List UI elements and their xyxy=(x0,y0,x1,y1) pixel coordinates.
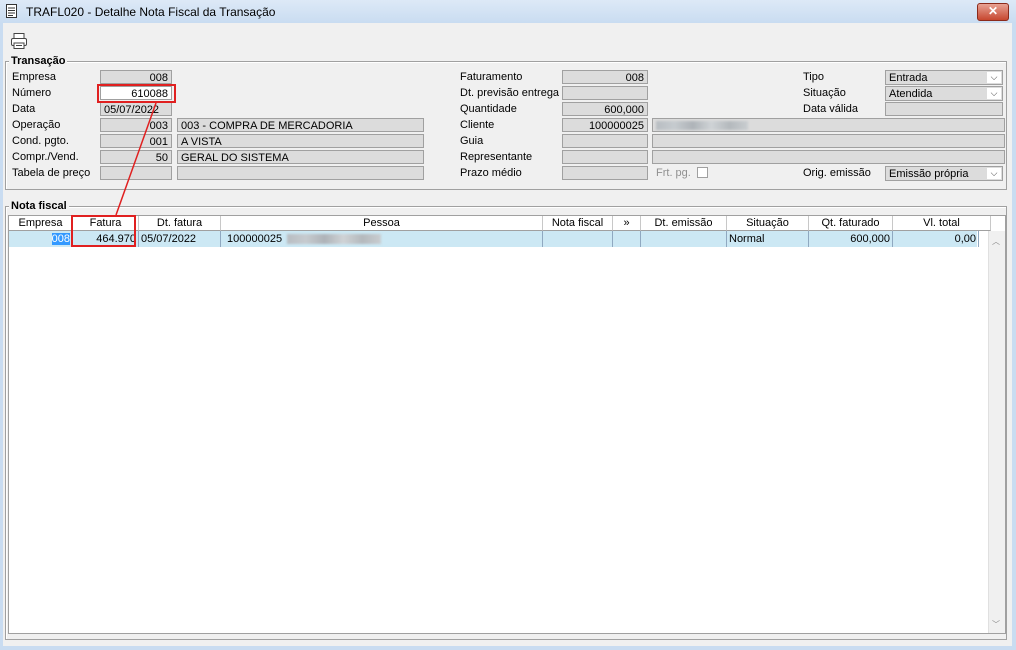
tipo-label: Tipo xyxy=(803,71,824,83)
orig-emissao-label: Orig. emissão xyxy=(803,167,871,179)
dt-previsao-label: Dt. previsão entrega xyxy=(460,87,560,99)
vertical-scrollbar[interactable]: ︿ ﹀ xyxy=(988,231,1005,633)
dt-previsao-field xyxy=(562,86,648,100)
guia-label: Guia xyxy=(460,135,484,147)
col-header-situacao[interactable]: Situação xyxy=(727,216,809,231)
representante-code-field xyxy=(562,150,648,164)
cond-pgto-desc-field: A VISTA xyxy=(177,134,424,148)
window-frame-right xyxy=(1012,23,1016,650)
quantidade-label: Quantidade xyxy=(460,103,517,115)
cliente-label: Cliente xyxy=(460,119,495,131)
close-icon: ✕ xyxy=(987,4,999,18)
cell-pessoa-code: 100000025 xyxy=(227,233,283,245)
col-header-nota-fiscal[interactable]: Nota fiscal xyxy=(543,216,613,231)
prazo-medio-field xyxy=(562,166,648,180)
scroll-up-icon[interactable]: ︿ xyxy=(992,236,1000,247)
nota-fiscal-grid[interactable]: Empresa Fatura Dt. fatura Pessoa Nota fi… xyxy=(8,215,1006,634)
annotation-arrow xyxy=(115,102,157,216)
scroll-down-icon[interactable]: ﹀ xyxy=(992,619,1000,630)
col-header-pessoa[interactable]: Pessoa xyxy=(221,216,543,231)
chevron-down-icon[interactable]: ⌵ xyxy=(987,72,1001,83)
representante-desc-field xyxy=(652,150,1005,164)
guia-code-field xyxy=(562,134,648,148)
cell-empresa[interactable]: 008 xyxy=(9,231,73,247)
col-header-expand[interactable]: » xyxy=(613,216,641,231)
operacao-desc-field: 003 - COMPRA DE MERCADORIA xyxy=(177,118,424,132)
cell-dt-emissao[interactable] xyxy=(641,231,727,247)
tipo-select[interactable]: Entrada ⌵ xyxy=(885,70,1003,85)
redacted-pessoa-name xyxy=(287,234,381,244)
orig-emissao-value: Emissão própria xyxy=(889,168,969,180)
quantidade-field: 600,000 xyxy=(562,102,648,116)
situacao-value: Atendida xyxy=(889,88,933,100)
cell-pessoa[interactable]: 100000025 xyxy=(221,231,543,247)
cliente-code-field: 100000025 xyxy=(562,118,648,132)
cell-situacao[interactable]: Normal xyxy=(727,231,809,247)
chevron-down-icon[interactable]: ⌵ xyxy=(987,168,1001,179)
close-button[interactable]: ✕ xyxy=(977,3,1009,21)
prazo-medio-label: Prazo médio xyxy=(460,167,522,179)
tipo-value: Entrada xyxy=(889,72,928,84)
situacao-label: Situação xyxy=(803,87,846,99)
redacted-client-name xyxy=(656,121,748,130)
cell-dt-fatura[interactable]: 05/07/2022 xyxy=(139,231,221,247)
chevron-down-icon[interactable]: ⌵ xyxy=(987,88,1001,99)
tabela-preco-desc-field xyxy=(177,166,424,180)
cell-vl-total[interactable]: 0,00 xyxy=(893,231,979,247)
col-header-qt-faturado[interactable]: Qt. faturado xyxy=(809,216,893,231)
window-frame-bottom xyxy=(0,646,1016,650)
cell-nota-fiscal[interactable] xyxy=(543,231,613,247)
frt-pg-checkbox[interactable] xyxy=(697,167,708,178)
representante-label: Representante xyxy=(460,151,533,163)
cell-empresa-value: 008 xyxy=(51,233,70,245)
cell-expand[interactable] xyxy=(613,231,641,247)
col-header-vl-total[interactable]: Vl. total xyxy=(893,216,991,231)
faturamento-label: Faturamento xyxy=(460,71,523,83)
compr-vend-desc-field: GERAL DO SISTEMA xyxy=(177,150,424,164)
orig-emissao-select[interactable]: Emissão própria ⌵ xyxy=(885,166,1003,181)
data-valida-label: Data válida xyxy=(803,103,859,115)
faturamento-field: 008 xyxy=(562,70,648,84)
cell-qt-faturado[interactable]: 600,000 xyxy=(809,231,893,247)
data-valida-field xyxy=(885,102,1003,116)
guia-desc-field xyxy=(652,134,1005,148)
col-header-dt-emissao[interactable]: Dt. emissão xyxy=(641,216,727,231)
frt-pg-label: Frt. pg. xyxy=(656,167,691,179)
situacao-select[interactable]: Atendida ⌵ xyxy=(885,86,1003,101)
